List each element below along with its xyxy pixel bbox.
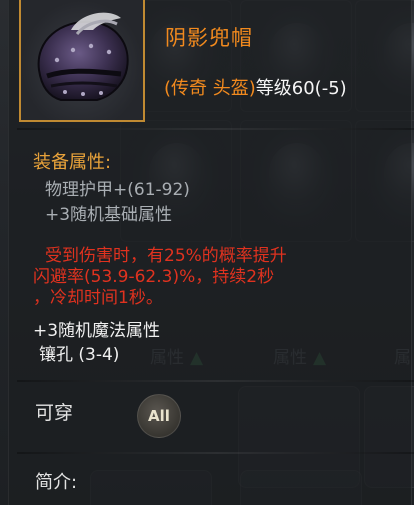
stat-random-base: +3随机基础属性 <box>45 205 173 225</box>
attributes-title: 装备属性: <box>33 152 112 173</box>
item-level: 等级60(-5) <box>255 78 347 99</box>
divider <box>17 452 414 454</box>
stat-physical-armor: 物理护甲+(61-92) <box>45 180 190 200</box>
divider <box>17 380 414 382</box>
item-name: 阴影兜帽 <box>165 26 253 50</box>
effect-line: 闪避率(53.9-62.3)%，持续2秒 <box>33 267 275 287</box>
socket-line: 镶孔 (3-4) <box>39 345 120 365</box>
item-type-level: (传奇 头盔)等级60(-5) <box>164 74 347 100</box>
magic-attribute-line: +3随机魔法属性 <box>33 321 161 341</box>
class-all-badge[interactable]: All <box>137 394 181 438</box>
item-rarity-type: (传奇 头盔) <box>164 78 256 99</box>
effect-line: 受到伤害时，有25%的概率提升 <box>45 246 287 266</box>
item-icon-frame <box>19 0 145 122</box>
intro-label: 简介: <box>35 472 78 493</box>
divider <box>17 128 414 130</box>
hooded-helmet-icon <box>37 12 129 101</box>
item-tooltip: 阴影兜帽 (传奇 头盔)等级60(-5) 装备属性: 物理护甲+(61-92) … <box>8 0 414 505</box>
effect-line: ，冷却时间1秒。 <box>33 288 163 308</box>
special-effect-text: 受到伤害时，有25%的概率提升 闪避率(53.9-62.3)%，持续2秒 ，冷却… <box>33 246 373 309</box>
wearable-label: 可穿 <box>35 402 74 424</box>
